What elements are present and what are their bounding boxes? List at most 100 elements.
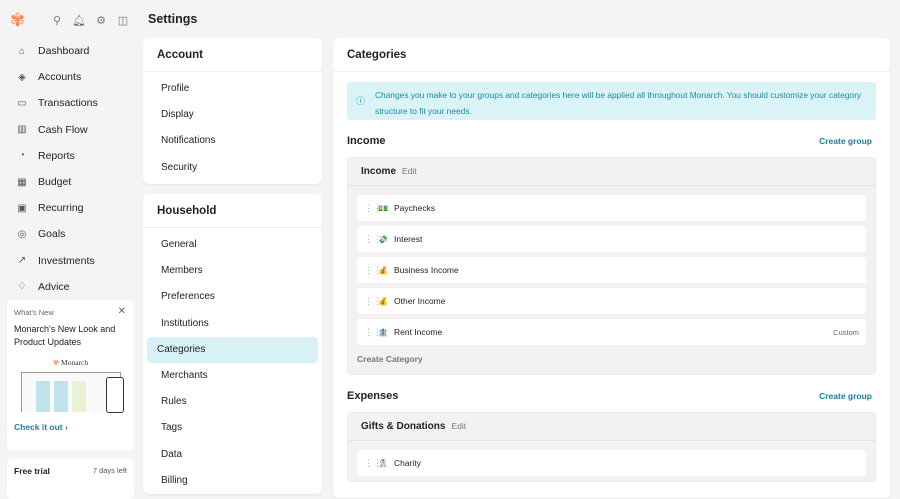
settings-nav-billing[interactable]: Billing	[147, 468, 318, 494]
category-emoji-icon: 💰	[378, 296, 388, 306]
sidebar-item-label: Reports	[38, 149, 75, 162]
settings-nav-merchants[interactable]: Merchants	[147, 363, 318, 389]
phone-image	[105, 377, 124, 413]
bell-icon[interactable]: 🔔︎	[68, 14, 90, 27]
nav-icon: ▥	[17, 124, 27, 136]
category-name: Business Income	[394, 265, 459, 275]
sidebar-item-budget[interactable]: ▦ Budget	[6, 169, 134, 195]
group-name: Income	[361, 166, 397, 177]
expenses-section-title: Expenses	[347, 390, 399, 402]
sidebar-item-label: Accounts	[38, 71, 82, 84]
whats-new-card: What's New ✕ Monarch's New Look and Prod…	[7, 300, 134, 450]
search-icon[interactable]: ⚲	[46, 14, 68, 27]
sidebar-item-label: Cash Flow	[38, 123, 88, 136]
household-settings-card: Household General Members Preferences Insti…	[143, 194, 322, 494]
nav-icon: ◎	[17, 228, 27, 240]
sidebar-item-label: Dashboard	[38, 45, 90, 58]
monarch-logo: ✾ Monarch	[52, 358, 89, 367]
create-category-button[interactable]: Create Category	[348, 350, 875, 374]
nav-icon: ◈	[18, 71, 26, 83]
settings-nav-security[interactable]: Security	[147, 155, 318, 181]
page-title: Settings	[148, 12, 198, 26]
check-it-out-link[interactable]: Check it out ›	[14, 422, 127, 432]
settings-nav-rules[interactable]: Rules	[147, 389, 318, 415]
settings-nav-categories[interactable]: Categories	[147, 336, 318, 363]
trial-label: Free trial	[14, 466, 50, 476]
close-icon[interactable]: ✕	[118, 306, 126, 317]
create-group-button[interactable]: Create group	[819, 391, 872, 401]
sidebar-item-accounts[interactable]: ◈ Accounts	[6, 64, 134, 90]
nav-icon: ⌂	[18, 45, 26, 57]
settings-nav-data[interactable]: Data	[147, 442, 318, 468]
category-row[interactable]: ⋮⋮ 🎗 Charity	[357, 450, 866, 476]
categories-heading: Categories	[333, 38, 890, 72]
nav-icon: ♢	[17, 281, 27, 293]
nav-icon: ↗	[17, 255, 27, 267]
sidebar-item-label: Investments	[38, 254, 95, 267]
product-preview-image	[20, 372, 124, 413]
drag-handle-icon[interactable]: ⋮⋮	[364, 234, 382, 245]
category-name: Other Income	[394, 296, 446, 306]
edit-group-button[interactable]: Edit	[451, 421, 466, 431]
sidebar-item-label: Advice	[38, 280, 70, 293]
category-name: Paychecks	[394, 203, 436, 213]
account-heading: Account	[143, 38, 322, 72]
category-row[interactable]: ⋮⋮ 🏦 Rent Income Custom	[357, 319, 866, 345]
create-group-button[interactable]: Create group	[819, 136, 872, 146]
category-emoji-icon: 💵	[378, 203, 388, 213]
whats-new-headline: Monarch's New Look and Product Updates	[14, 324, 116, 347]
drag-handle-icon[interactable]: ⋮⋮	[364, 458, 382, 469]
sidebar-item-cash-flow[interactable]: ▥ Cash Flow	[6, 117, 134, 143]
nav-icon: ◔	[18, 150, 26, 162]
settings-nav-notifications[interactable]: Notifications	[147, 128, 318, 154]
category-emoji-icon: 💰	[378, 265, 388, 275]
drag-handle-icon[interactable]: ⋮⋮	[364, 296, 382, 307]
drag-handle-icon[interactable]: ⋮⋮	[364, 203, 382, 214]
group-name: Gifts & Donations	[361, 421, 446, 432]
sidebar-item-recurring[interactable]: ▣ Recurring	[6, 195, 134, 221]
edit-group-button[interactable]: Edit	[402, 166, 417, 176]
sidebar-item-transactions[interactable]: ▭ Transactions	[6, 90, 134, 116]
category-row[interactable]: ⋮⋮ 💸 Interest	[357, 226, 866, 252]
account-settings-card: Account Profile Display Notifications Secur…	[143, 38, 322, 184]
sidebar-item-label: Goals	[38, 228, 66, 241]
category-row[interactable]: ⋮⋮ 💰 Business Income	[357, 257, 866, 283]
nav-icon: ▦	[17, 176, 27, 188]
settings-nav-general[interactable]: General	[147, 232, 318, 258]
settings-nav-display[interactable]: Display	[147, 102, 318, 128]
whats-new-tag: What's New	[14, 308, 54, 317]
categories-panel: Categories ⓘ Changes you make to your gro…	[333, 38, 890, 498]
settings-nav-preferences[interactable]: Preferences	[147, 284, 318, 310]
household-heading: Household	[143, 194, 322, 228]
monarch-logo-icon[interactable]: ✾	[10, 10, 46, 31]
income-section-title: Income	[347, 135, 386, 147]
sidebar-item-dashboard[interactable]: ⌂ Dashboard	[6, 38, 134, 64]
drag-handle-icon[interactable]: ⋮⋮	[364, 327, 382, 338]
nav-icon: ▭	[17, 97, 27, 109]
free-trial-card[interactable]: Free trial 7 days left	[7, 459, 134, 499]
sidebar-item-investments[interactable]: ↗ Investments	[6, 248, 134, 274]
sidebar: ✾ ⚲ 🔔︎ ⚙ ◫ ⌂ Dashboard ◈ Accounts ▭ Transacti…	[0, 0, 140, 499]
sidebar-item-goals[interactable]: ◎ Goals	[6, 221, 134, 247]
gear-icon[interactable]: ⚙	[90, 14, 112, 27]
category-row[interactable]: ⋮⋮ 💵 Paychecks	[357, 195, 866, 221]
drag-handle-icon[interactable]: ⋮⋮	[364, 265, 382, 276]
category-group-income: Income Edit ⋮⋮ 💵 Paychecks ⋮⋮ 💸 Interest ⋮⋮ 💰 Bus…	[347, 157, 876, 375]
info-icon: ⓘ	[356, 96, 366, 106]
sidebar-item-label: Transactions	[38, 97, 98, 110]
settings-nav-profile[interactable]: Profile	[147, 76, 318, 102]
category-emoji-icon: 🏦	[378, 327, 388, 337]
settings-nav-members[interactable]: Members	[147, 258, 318, 284]
sidebar-item-reports[interactable]: ◔ Reports	[6, 143, 134, 169]
sidebar-toggle-icon[interactable]: ◫	[112, 14, 134, 27]
nav-icon: ▣	[17, 202, 27, 214]
category-group-gifts: Gifts & Donations Edit ⋮⋮ 🎗 Charity	[347, 412, 876, 482]
sidebar-item-label: Budget	[38, 176, 72, 189]
settings-nav-institutions[interactable]: Institutions	[147, 311, 318, 337]
category-row[interactable]: ⋮⋮ 💰 Other Income	[357, 288, 866, 314]
category-emoji-icon: 💸	[378, 234, 388, 244]
sidebar-item-advice[interactable]: ♢ Advice	[6, 274, 134, 300]
settings-nav-tags[interactable]: Tags	[147, 415, 318, 441]
info-banner: ⓘ Changes you make to your groups and cat…	[347, 82, 876, 120]
category-emoji-icon: 🎗	[378, 458, 389, 468]
